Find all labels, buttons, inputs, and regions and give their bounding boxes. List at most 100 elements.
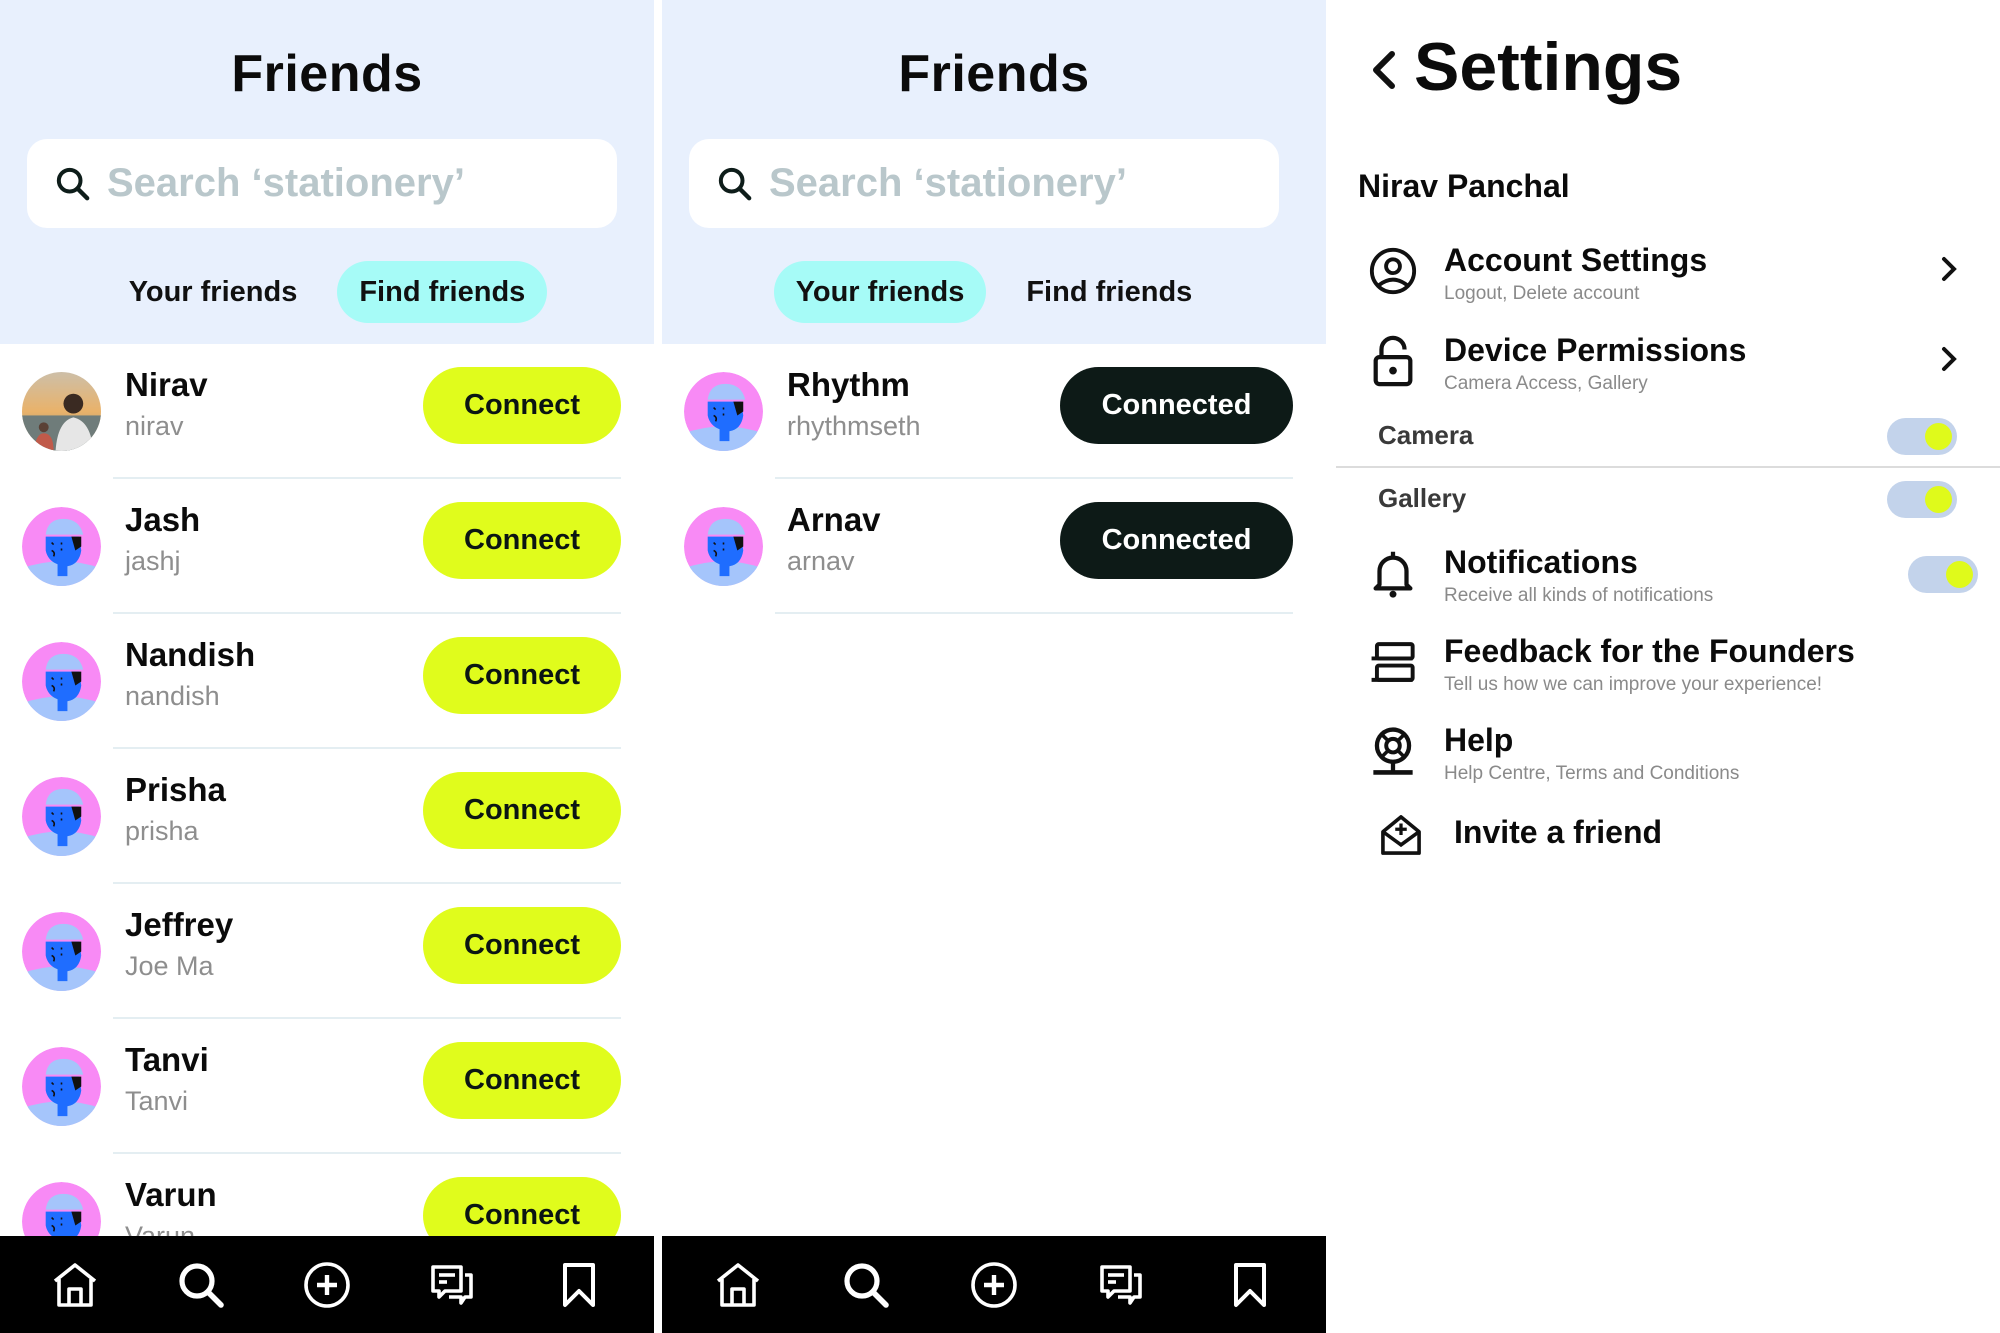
item-title: Help [1444, 722, 1514, 758]
friend-list: Nirav nirav Connect Jash jashj Connect Nandish… [0, 344, 654, 1289]
help-icon [1373, 727, 1413, 775]
friend-list: Rhythm rhythmseth Connected Arnav arnav Conne… [662, 344, 1326, 614]
device-permissions-item[interactable]: Device Permissions Camera Access, Galler… [1368, 332, 1978, 402]
connect-button[interactable]: Connect [423, 1042, 621, 1119]
avatar[interactable] [22, 507, 101, 586]
friend-name: Varun [125, 1176, 217, 1213]
bell-icon [1373, 551, 1413, 598]
friend-username: jashj [125, 546, 181, 576]
camera-toggle[interactable] [1887, 418, 1957, 455]
nav-home-button[interactable] [708, 1255, 768, 1315]
gallery-toggle[interactable] [1887, 481, 1957, 518]
friend-row: Nandish nandish Connect [0, 614, 654, 749]
nav-saved-button[interactable] [1220, 1255, 1280, 1315]
friend-name: Nandish [125, 636, 256, 673]
add-circle-icon [971, 1261, 1017, 1308]
search-icon [179, 1262, 224, 1308]
bookmark-icon [1234, 1262, 1266, 1307]
chat-icon [431, 1264, 473, 1305]
notifications-toggle[interactable] [1908, 556, 1978, 593]
avatar[interactable] [22, 1047, 101, 1126]
friend-name: Rhythm [787, 366, 910, 403]
nav-saved-button[interactable] [549, 1255, 609, 1315]
user-name: Nirav Panchal [1358, 168, 1570, 204]
friend-name: Prisha [125, 771, 226, 808]
friends-tabs: Your friends Find friends [662, 261, 1326, 323]
friend-row: Prisha prisha Connect [0, 749, 654, 884]
permission-label: Camera [1378, 420, 1474, 450]
chevron-right-icon [1942, 347, 1957, 371]
nav-home-button[interactable] [45, 1255, 105, 1315]
item-title: Invite a friend [1454, 814, 1663, 850]
item-subtitle: Camera Access, Gallery [1444, 373, 1648, 394]
friend-row: Rhythm rhythmseth Connected [662, 344, 1326, 479]
lock-icon [1373, 335, 1413, 387]
avatar[interactable] [22, 912, 101, 991]
connect-button[interactable]: Connect [423, 637, 621, 714]
tab-your-friends[interactable]: Your friends [773, 261, 987, 323]
connect-button[interactable]: Connect [423, 772, 621, 849]
search-icon [718, 167, 752, 200]
friend-username: nirav [125, 411, 184, 441]
item-title: Device Permissions [1444, 332, 1747, 368]
connect-button[interactable]: Connect [423, 502, 621, 579]
tab-find-friends[interactable]: Find friends [1004, 261, 1214, 323]
tab-find-friends[interactable]: Find friends [337, 261, 548, 323]
search-input[interactable] [769, 161, 1249, 206]
search-bar[interactable] [27, 139, 617, 228]
connect-button[interactable]: Connect [423, 907, 621, 984]
connect-button[interactable]: Connect [423, 367, 621, 444]
friends-header: Friends Your friends Find friends [0, 0, 654, 344]
nav-search-button[interactable] [171, 1255, 231, 1315]
avatar[interactable] [684, 507, 763, 586]
search-bar[interactable] [689, 139, 1279, 228]
friend-row: Jeffrey Joe Ma Connect [0, 884, 654, 1019]
panel-separator [654, 0, 662, 1333]
search-icon [844, 1262, 889, 1308]
friend-row: Tanvi Tanvi Connect [0, 1019, 654, 1154]
avatar[interactable] [22, 777, 101, 856]
row-divider [775, 612, 1293, 614]
help-item[interactable]: Help Help Centre, Terms and Conditions [1368, 722, 1978, 792]
item-subtitle: Tell us how we can improve your experien… [1444, 674, 1823, 695]
feedback-icon [1371, 642, 1415, 682]
item-subtitle: Logout, Delete account [1444, 283, 1640, 304]
nav-create-button[interactable] [964, 1255, 1024, 1315]
back-chevron-icon[interactable] [1368, 48, 1400, 92]
permission-gallery-row: Gallery [1326, 469, 2000, 531]
toggle-knob [1946, 561, 1973, 588]
connected-button[interactable]: Connected [1060, 502, 1293, 579]
friend-name: Jeffrey [125, 906, 234, 943]
avatar[interactable] [22, 642, 101, 721]
search-input[interactable] [107, 161, 587, 206]
account-settings-item[interactable]: Account Settings Logout, Delete account [1368, 242, 1978, 312]
tab-your-friends[interactable]: Your friends [107, 261, 320, 323]
friends-screen-yours: Friends Your friends Find friends Rhythm… [662, 0, 1326, 1333]
home-icon [716, 1262, 760, 1307]
bookmark-icon [563, 1262, 595, 1307]
friend-username: arnav [787, 546, 855, 576]
page-title: Friends [231, 45, 423, 103]
nav-messages-button[interactable] [423, 1255, 483, 1315]
nav-search-button[interactable] [836, 1255, 896, 1315]
nav-create-button[interactable] [297, 1255, 357, 1315]
home-icon [53, 1262, 97, 1307]
friends-header: Friends Your friends Find friends [662, 0, 1326, 344]
notifications-item[interactable]: Notifications Receive all kinds of notif… [1368, 544, 1978, 614]
feedback-item[interactable]: Feedback for the Founders Tell us how we… [1368, 633, 1978, 703]
chevron-right-icon [1942, 257, 1957, 281]
invite-friend-item[interactable]: Invite a friend [1368, 810, 1978, 870]
nav-messages-button[interactable] [1092, 1255, 1152, 1315]
invite-mail-icon [1381, 815, 1421, 855]
friend-name: Arnav [787, 501, 881, 538]
item-title: Account Settings [1444, 242, 1708, 278]
friend-username: rhythmseth [787, 411, 921, 441]
avatar[interactable] [684, 372, 763, 451]
friends-tabs: Your friends Find friends [0, 261, 654, 323]
permission-label: Gallery [1378, 483, 1467, 513]
connected-button[interactable]: Connected [1060, 367, 1293, 444]
chat-icon [1100, 1264, 1142, 1305]
avatar[interactable] [22, 372, 101, 451]
friend-row: Arnav arnav Connected [662, 479, 1326, 614]
friend-name: Tanvi [125, 1041, 209, 1078]
